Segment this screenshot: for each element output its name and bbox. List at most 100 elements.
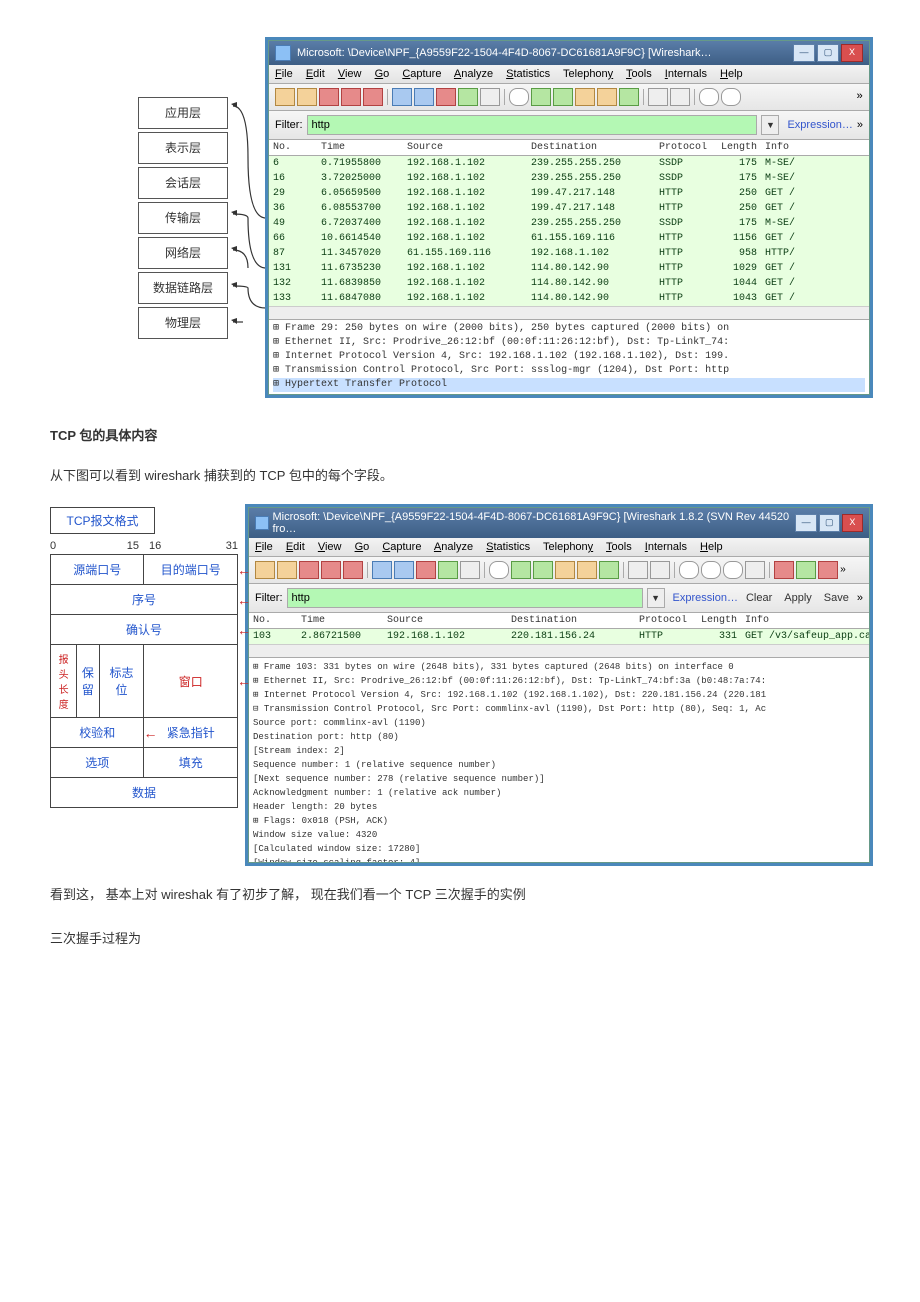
menu-tools[interactable]: Tools [626,68,652,80]
col-info[interactable]: Info [741,615,869,626]
detail-line[interactable]: [Window size scaling factor: 4] [253,856,865,862]
scrollbar[interactable] [269,306,869,319]
col-info[interactable]: Info [761,142,869,153]
reload-icon[interactable] [438,561,458,579]
resize-icon[interactable] [745,561,765,579]
packet-row[interactable]: 8711.345702061.155.169.116192.168.1.102H… [269,246,869,261]
back-icon[interactable] [511,561,531,579]
close-button[interactable]: X [841,44,863,62]
forward-icon[interactable] [533,561,553,579]
top-icon[interactable] [619,88,639,106]
packet-row[interactable]: 496.72037400192.168.1.102239.255.255.250… [269,216,869,231]
apply-button[interactable]: Apply [784,592,812,604]
detail-line[interactable]: ⊞ Transmission Control Protocol, Src Por… [273,364,865,378]
col-length[interactable]: Length [713,142,761,153]
filter-input[interactable] [307,115,758,135]
filter-dropdown-icon[interactable]: ▼ [647,588,665,608]
print-icon[interactable] [460,561,480,579]
chevron-icon[interactable]: » [856,91,863,103]
menu-internals[interactable]: Internals [645,541,687,553]
menu-go[interactable]: Go [375,68,390,80]
menu-view[interactable]: View [338,68,362,80]
packet-row[interactable]: 13111.6735230192.168.1.102114.80.142.90H… [269,261,869,276]
menu-capture[interactable]: Capture [402,68,441,80]
menu-analyze[interactable]: Analyze [454,68,493,80]
packet-row[interactable]: 366.08553700192.168.1.102199.47.217.148H… [269,201,869,216]
minimize-button[interactable]: — [793,44,815,62]
detail-line[interactable]: ⊞ Ethernet II, Src: Prodrive_26:12:bf (0… [273,336,865,350]
packet-list-header[interactable]: No. Time Source Destination Protocol Len… [269,140,869,156]
toolbar-icon[interactable] [650,561,670,579]
toolbar-icon[interactable] [299,561,319,579]
detail-line[interactable]: ⊞ Frame 29: 250 bytes on wire (2000 bits… [273,322,865,336]
col-protocol[interactable]: Protocol [655,142,713,153]
menu-bar[interactable]: File Edit View Go Capture Analyze Statis… [249,538,869,557]
detail-line[interactable]: ⊞ Internet Protocol Version 4, Src: 192.… [253,688,865,702]
menu-statistics[interactable]: Statistics [486,541,530,553]
detail-line[interactable]: [Calculated window size: 17280] [253,842,865,856]
menu-edit[interactable]: Edit [286,541,305,553]
detail-line[interactable]: Header length: 20 bytes [253,800,865,814]
expression-button[interactable]: Expression… [673,592,738,604]
menu-bar[interactable]: File Edit View Go Capture Analyze Statis… [269,65,869,84]
scrollbar[interactable] [249,644,869,657]
packet-row[interactable]: 296.05659500192.168.1.102199.47.217.148H… [269,186,869,201]
toolbar-icon[interactable] [648,88,668,106]
menu-telephony[interactable]: Telephony [543,541,593,553]
packet-row[interactable]: 60.71955800192.168.1.102239.255.255.250S… [269,156,869,171]
col-time[interactable]: Time [297,615,383,626]
detail-line[interactable]: ⊞ Ethernet II, Src: Prodrive_26:12:bf (0… [253,674,865,688]
detail-line[interactable]: Source port: commlinx-avl (1190) [253,716,865,730]
packet-row[interactable]: 13311.6847080192.168.1.102114.80.142.90H… [269,291,869,306]
detail-line[interactable]: Acknowledgment number: 1 (relative ack n… [253,786,865,800]
reload-icon[interactable] [458,88,478,106]
toolbar-icon[interactable] [818,561,838,579]
close-file-icon[interactable] [436,88,456,106]
filter-dropdown-icon[interactable]: ▼ [761,115,779,135]
menu-help[interactable]: Help [700,541,723,553]
menu-view[interactable]: View [318,541,342,553]
chevron-icon[interactable]: » [857,119,863,131]
clear-button[interactable]: Clear [746,592,772,604]
chevron-icon[interactable]: » [857,592,863,604]
back-icon[interactable] [531,88,551,106]
col-protocol[interactable]: Protocol [635,615,693,626]
print-icon[interactable] [480,88,500,106]
packet-row[interactable]: 13211.6839850192.168.1.102114.80.142.90H… [269,276,869,291]
menu-go[interactable]: Go [355,541,370,553]
detail-line[interactable]: ⊞ Internet Protocol Version 4, Src: 192.… [273,350,865,364]
goto-icon[interactable] [597,88,617,106]
zoom-reset-icon[interactable] [723,561,743,579]
col-destination[interactable]: Destination [507,615,635,626]
detail-line[interactable]: ⊟ Transmission Control Protocol, Src Por… [253,702,865,716]
detail-line[interactable]: [Stream index: 2] [253,744,865,758]
save-icon[interactable] [414,88,434,106]
zoom-out-icon[interactable] [701,561,721,579]
menu-file[interactable]: File [275,68,293,80]
packet-details[interactable]: ⊞ Frame 29: 250 bytes on wire (2000 bits… [269,319,869,394]
col-length[interactable]: Length [693,615,741,626]
maximize-button[interactable]: ▢ [819,514,840,532]
toolbar-icon[interactable] [341,88,361,106]
toolbar-icon[interactable] [774,561,794,579]
menu-analyze[interactable]: Analyze [434,541,473,553]
packet-row[interactable]: 6610.6614540192.168.1.10261.155.169.116H… [269,231,869,246]
find-icon[interactable] [489,561,509,579]
toolbar-icon[interactable] [321,561,341,579]
filter-input[interactable] [287,588,643,608]
detail-line[interactable]: ⊞ Frame 103: 331 bytes on wire (2648 bit… [253,660,865,674]
packet-row[interactable]: 103 2.86721500 192.168.1.102 220.181.156… [249,629,869,644]
packet-list[interactable]: 103 2.86721500 192.168.1.102 220.181.156… [249,629,869,644]
zoom-in-icon[interactable] [699,88,719,106]
expression-button[interactable]: Expression… [787,119,852,131]
goto-icon[interactable] [577,561,597,579]
detail-line[interactable]: Destination port: http (80) [253,730,865,744]
save-button[interactable]: Save [824,592,849,604]
close-file-icon[interactable] [416,561,436,579]
toolbar-icon[interactable] [277,561,297,579]
minimize-button[interactable]: — [795,514,816,532]
toolbar-icon[interactable] [343,561,363,579]
chevron-icon[interactable]: » [840,565,846,576]
zoom-in-icon[interactable] [679,561,699,579]
detail-line[interactable]: ⊞ Hypertext Transfer Protocol [273,378,865,392]
